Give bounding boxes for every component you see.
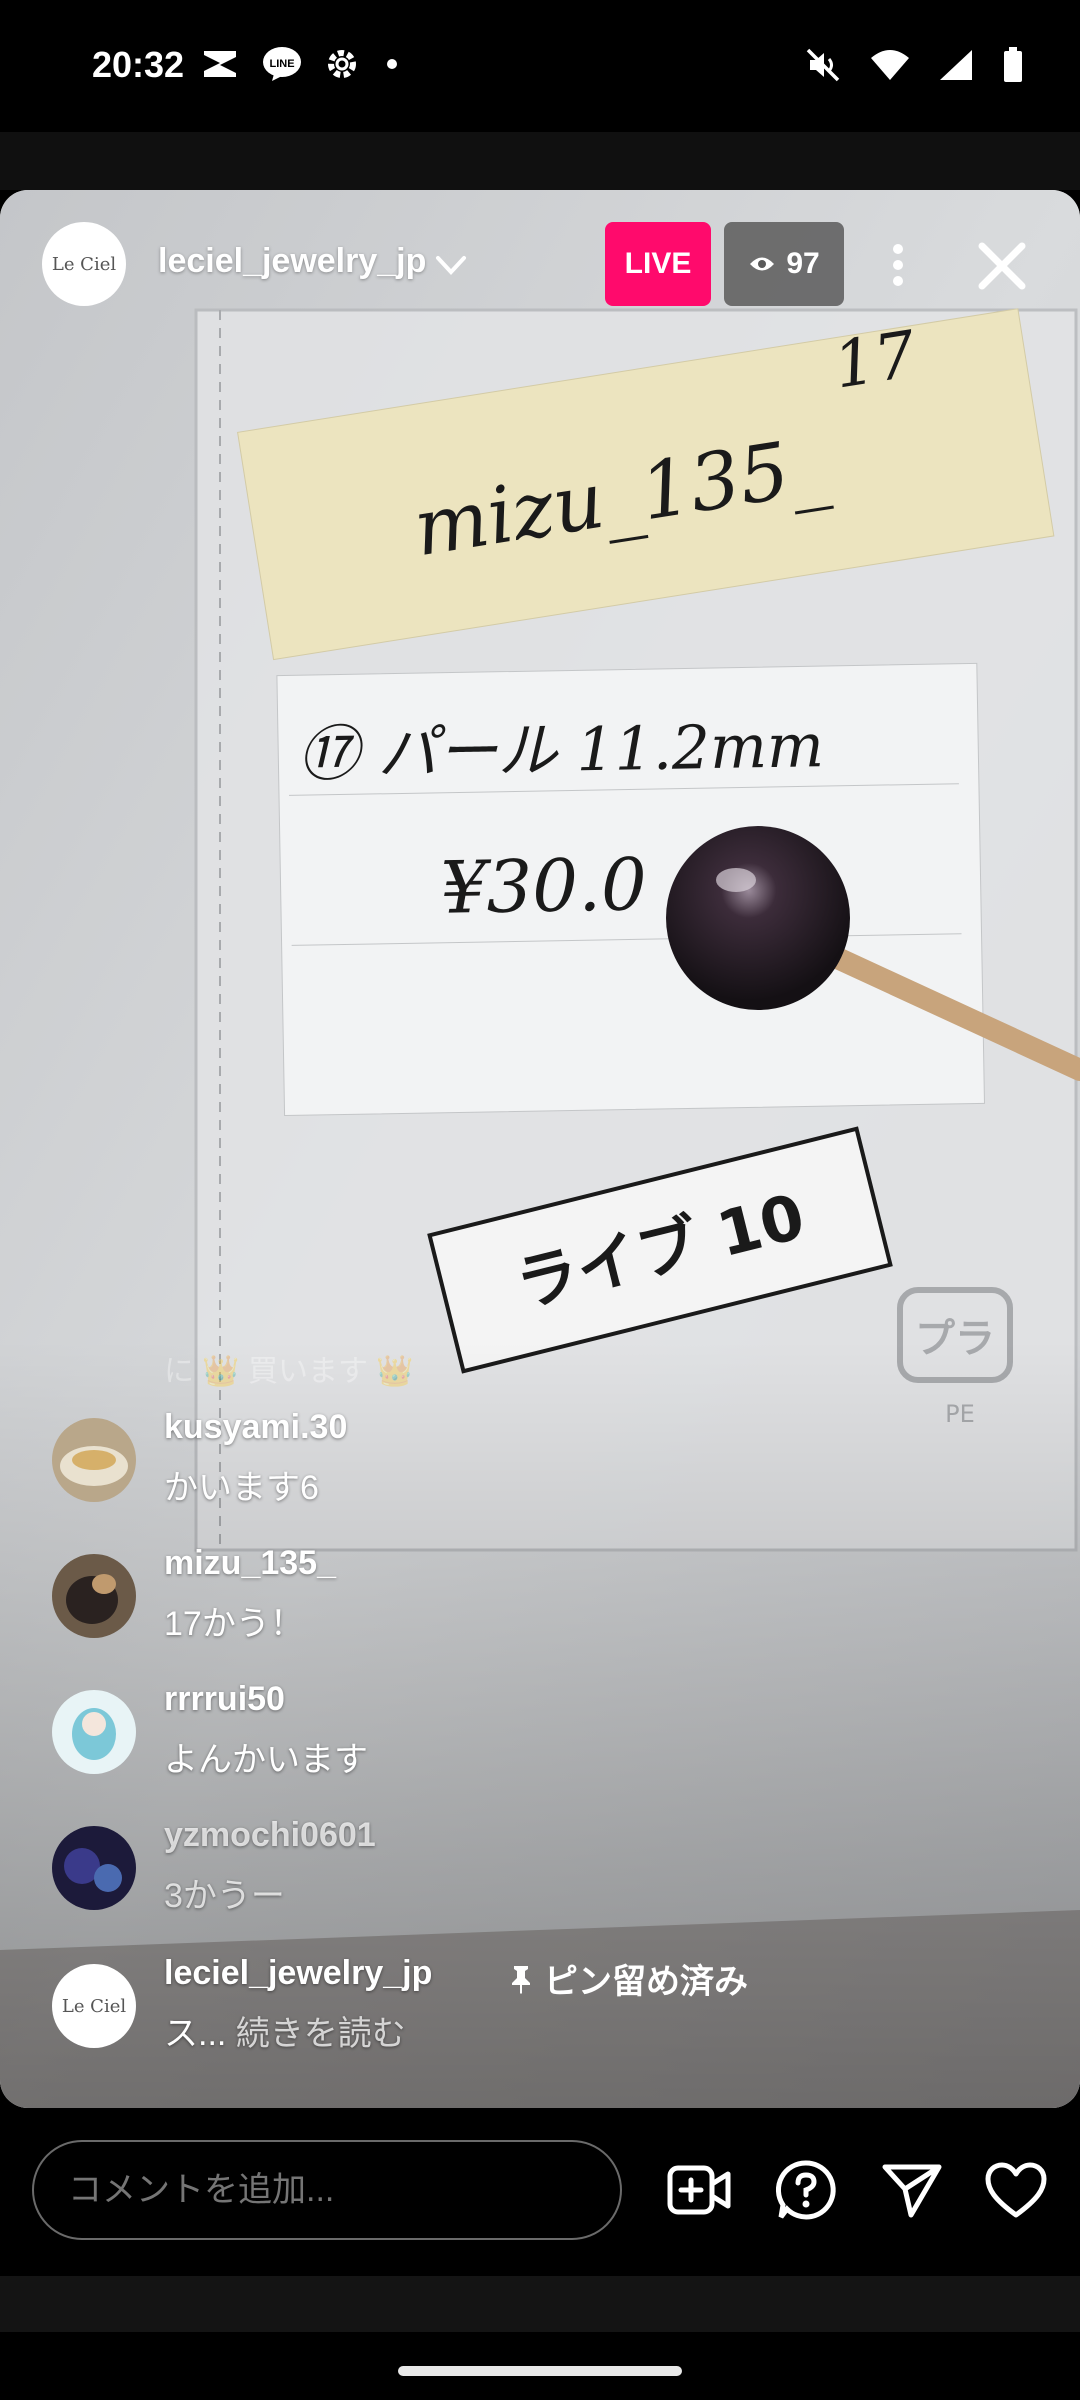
mute-icon [806, 48, 840, 82]
comment-text: 17かう！ [164, 1605, 304, 1643]
pearl [666, 826, 850, 1010]
comment-text: 3かうー [164, 1877, 285, 1915]
avatar[interactable] [52, 1554, 136, 1638]
avatar[interactable] [52, 1826, 136, 1910]
avatar[interactable] [52, 1418, 136, 1502]
add-video-button[interactable] [664, 2154, 736, 2226]
chevron-down-icon[interactable] [434, 248, 468, 282]
pin-label: ピン留め済み [544, 1963, 748, 2001]
status-bar: 20:32 LINE [0, 0, 1080, 132]
like-button[interactable] [980, 2154, 1052, 2226]
comment-input[interactable] [32, 2140, 622, 2240]
more-vertical-icon [893, 244, 903, 286]
dot-icon [387, 59, 397, 69]
sticky-note-number: 17 [829, 318, 921, 404]
avatar[interactable] [52, 1690, 136, 1774]
host-username[interactable]: leciel_jewelry_jp [158, 242, 426, 281]
comment-item[interactable]: mizu_135_ 17かう！ [52, 1544, 1052, 1654]
add-video-icon [667, 2165, 731, 2215]
signal-icon [940, 50, 972, 80]
question-button[interactable] [770, 2154, 842, 2226]
price-card: ⑰ パール 11.2mm ¥30.0 [276, 662, 985, 1117]
bottom-bar [0, 2108, 1080, 2276]
comment-text: よんかいます [164, 1741, 368, 1779]
capcut-icon [204, 51, 236, 77]
faded-comment: に 👑 買います 👑 [164, 1355, 414, 1388]
send-icon [882, 2164, 942, 2218]
svg-text:LINE: LINE [269, 58, 294, 70]
host-avatar[interactable]: Le Ciel [42, 222, 126, 306]
comment-username[interactable]: kusyami.30 [164, 1408, 347, 1447]
pin-icon [512, 1965, 530, 1994]
comment-username[interactable]: mizu_135_ [164, 1544, 336, 1583]
wifi-icon [871, 50, 909, 80]
comment-item[interactable]: yzmochi0601 3かうー [52, 1816, 1052, 1926]
share-button[interactable] [876, 2154, 948, 2226]
heart-icon [985, 2162, 1047, 2218]
comment-username[interactable]: yzmochi0601 [164, 1816, 376, 1855]
line-icon: LINE [263, 47, 301, 81]
pinned-comment[interactable]: Le Ciel leciel_jewelry_jp ピン留め済み ス... 続き… [52, 1954, 1052, 2064]
nav-band [0, 2276, 1080, 2332]
comment-feed[interactable]: に 👑 買います 👑 kusyami.30 かいます6 mizu_135_ 17… [0, 1346, 1080, 2106]
gear-icon [328, 50, 356, 78]
comment-username[interactable]: rrrrui50 [164, 1680, 285, 1719]
comment-item[interactable]: rrrrui50 よんかいます [52, 1680, 1052, 1790]
comment-text: ス... 続きを読む [164, 2006, 406, 2055]
eye-icon [750, 257, 775, 271]
battery-icon [1004, 47, 1022, 82]
comment-username[interactable]: leciel_jewelry_jp [164, 1954, 432, 1993]
avatar[interactable]: Le Ciel [52, 1964, 136, 2048]
question-icon [775, 2160, 836, 2220]
close-icon [978, 242, 1026, 290]
card-line-2: ¥30.0 [440, 842, 648, 930]
read-more-link[interactable]: 続きを読む [236, 2015, 406, 2053]
status-left-icons: LINE [200, 46, 402, 82]
live-header: Le Ciel leciel_jewelry_jp LIVE 97 [0, 222, 1080, 306]
home-indicator[interactable] [398, 2366, 682, 2376]
viewer-count: 97 [786, 247, 820, 280]
close-button[interactable] [970, 234, 1034, 298]
comment-item[interactable]: kusyami.30 かいます6 [52, 1408, 1052, 1518]
live-badge: LIVE [605, 222, 711, 306]
comment-text: かいます6 [164, 1469, 319, 1507]
status-right-icons [804, 46, 1024, 84]
status-time: 20:32 [92, 44, 185, 85]
pinned-indicator: ピン留め済み [508, 1954, 748, 2003]
card-line-1: ⑰ パール 11.2mm [298, 711, 825, 790]
more-options-button[interactable] [878, 230, 918, 300]
pinned-comment-text: ス... [164, 2015, 227, 2053]
viewer-count-badge[interactable]: 97 [724, 222, 844, 306]
status-gap [0, 132, 1080, 190]
